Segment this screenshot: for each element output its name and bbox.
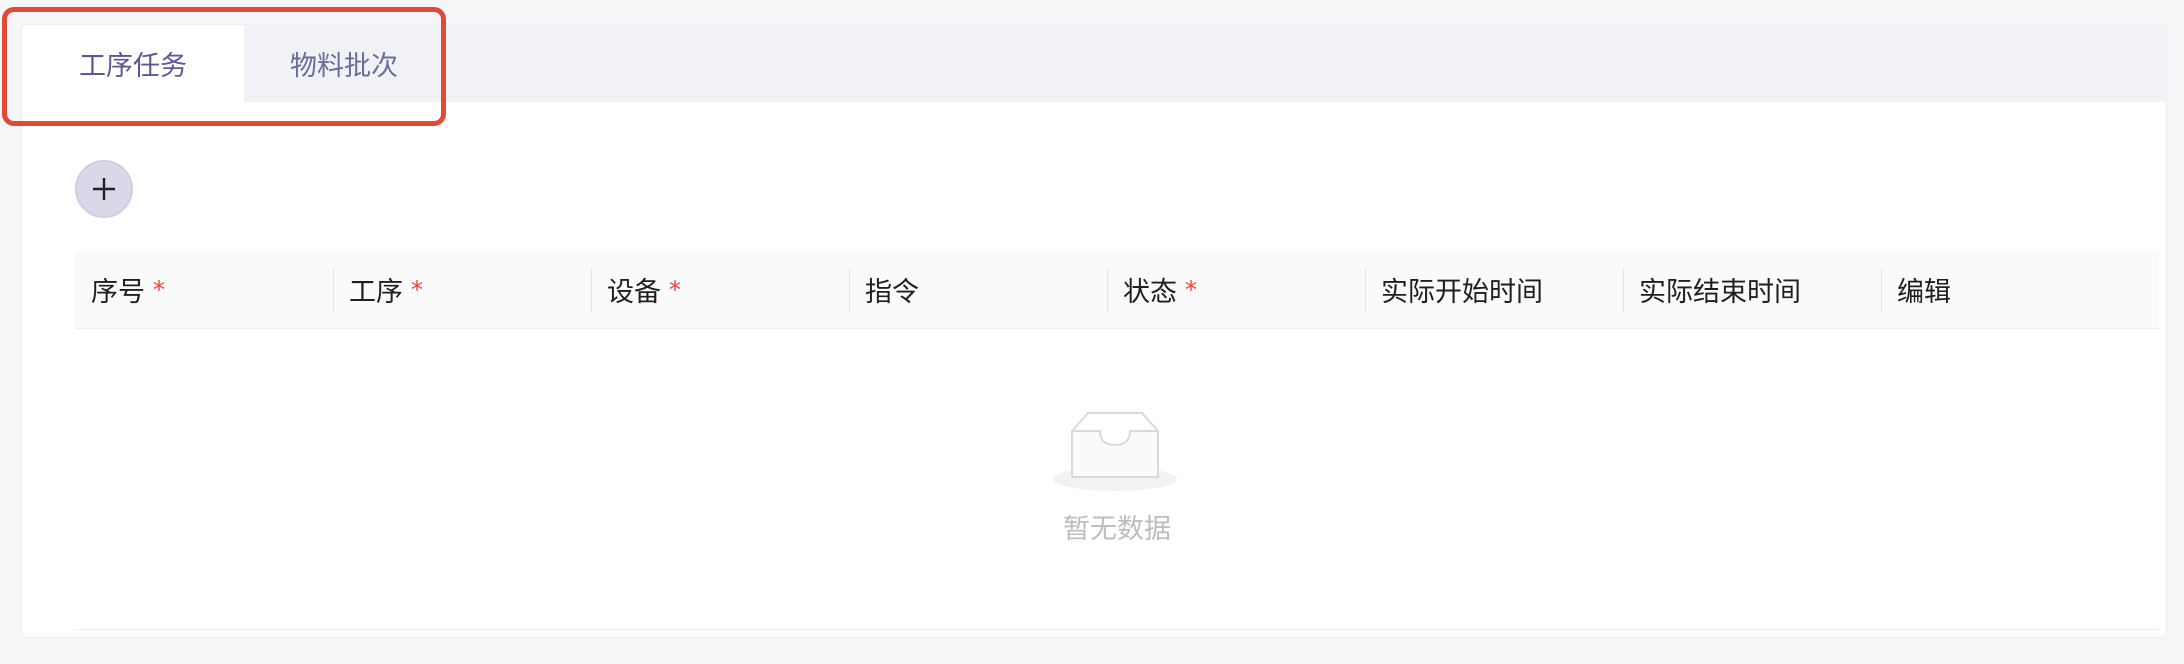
column-label: 工序 bbox=[349, 277, 403, 308]
required-marker: * bbox=[153, 275, 165, 304]
column-label: 序号 bbox=[91, 277, 145, 308]
column-header-status: 状态 * bbox=[1107, 251, 1365, 328]
column-label: 编辑 bbox=[1897, 277, 1951, 308]
column-label: 状态 bbox=[1123, 277, 1177, 308]
tab-label: 工序任务 bbox=[79, 51, 187, 82]
tab-material-batches[interactable]: 物料批次 bbox=[244, 25, 444, 102]
column-divider bbox=[1881, 268, 1882, 312]
tab-bar: 工序任务 物料批次 bbox=[22, 25, 2166, 102]
tab-process-tasks[interactable]: 工序任务 bbox=[22, 25, 244, 102]
add-row-button[interactable] bbox=[75, 160, 133, 218]
tab-label: 物料批次 bbox=[290, 51, 398, 82]
column-header-index: 序号 * bbox=[75, 251, 333, 328]
plus-icon bbox=[93, 178, 115, 200]
column-divider bbox=[591, 268, 592, 312]
empty-inbox-icon bbox=[1053, 412, 1177, 491]
task-table: 序号 * 工序 * 设备 * 指令 状态 * 实际开始时间 实际结束时间 编辑 … bbox=[75, 251, 2159, 630]
empty-state: 暂无数据 bbox=[75, 329, 2159, 629]
column-divider bbox=[849, 268, 850, 312]
required-marker: * bbox=[1185, 275, 1197, 304]
column-label: 实际结束时间 bbox=[1639, 277, 1801, 308]
column-header-actual-end: 实际结束时间 bbox=[1623, 251, 1881, 328]
column-header-equipment: 设备 * bbox=[591, 251, 849, 328]
column-header-edit: 编辑 bbox=[1881, 251, 2159, 328]
column-label: 指令 bbox=[865, 277, 919, 308]
column-divider bbox=[1107, 268, 1108, 312]
required-marker: * bbox=[669, 275, 681, 304]
empty-text: 暂无数据 bbox=[1063, 514, 1171, 544]
column-label: 实际开始时间 bbox=[1381, 277, 1543, 308]
table-header: 序号 * 工序 * 设备 * 指令 状态 * 实际开始时间 实际结束时间 编辑 bbox=[75, 251, 2159, 329]
column-divider bbox=[1623, 268, 1624, 312]
column-divider bbox=[333, 268, 334, 312]
column-header-process: 工序 * bbox=[333, 251, 591, 328]
column-label: 设备 bbox=[607, 277, 661, 308]
tasks-card: 工序任务 物料批次 序号 * 工序 * 设备 * 指令 状态 * 实际开始时间 … bbox=[21, 24, 2167, 638]
column-divider bbox=[1365, 268, 1366, 312]
table-body: 暂无数据 bbox=[75, 329, 2159, 630]
column-header-actual-start: 实际开始时间 bbox=[1365, 251, 1623, 328]
required-marker: * bbox=[411, 275, 423, 304]
column-header-instruction: 指令 bbox=[849, 251, 1107, 328]
